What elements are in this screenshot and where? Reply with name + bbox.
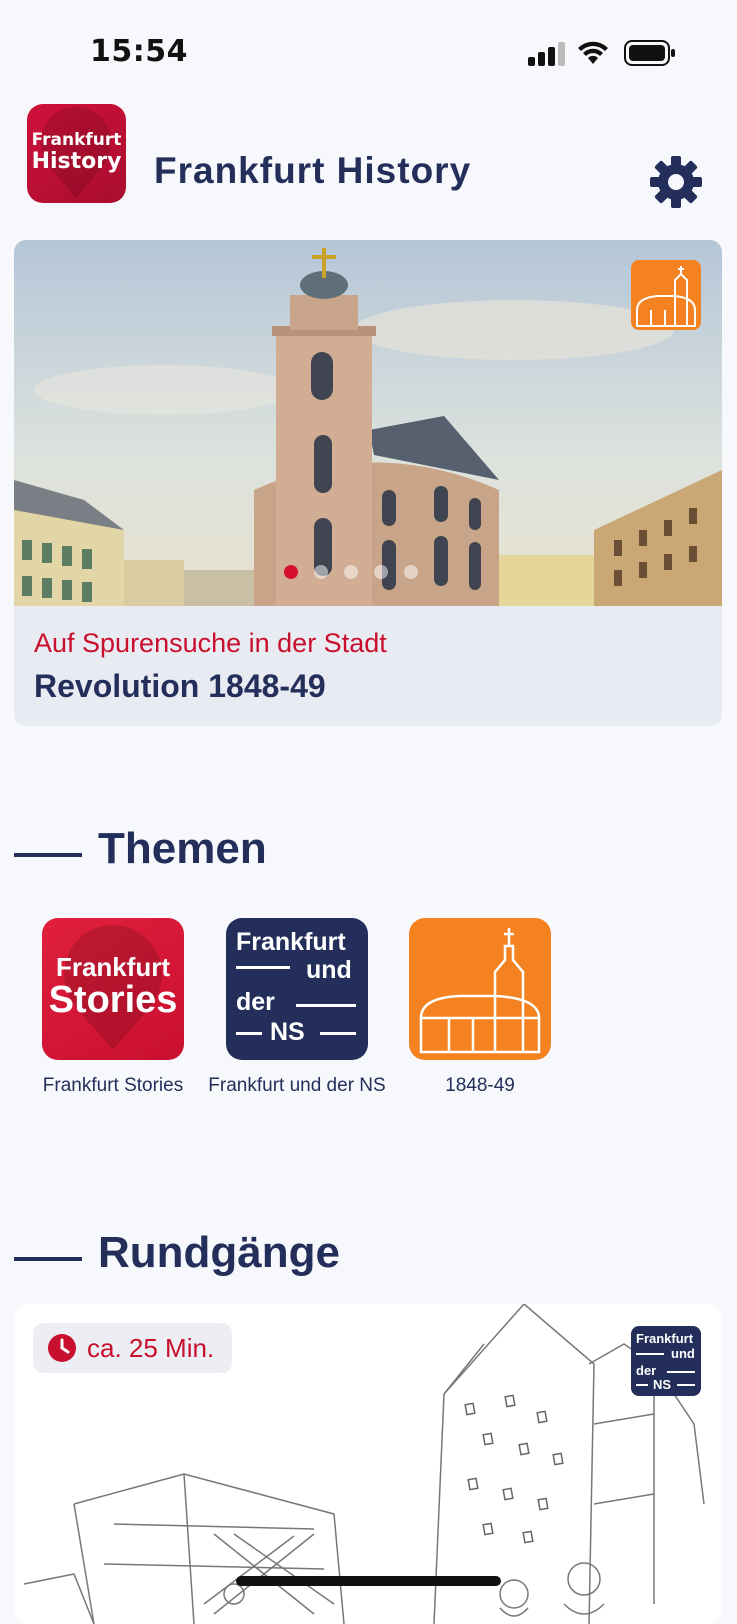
logo-rule <box>236 966 290 969</box>
carousel-dot[interactable] <box>374 565 388 579</box>
logo-text-line2: History <box>31 148 122 174</box>
logo-rule <box>296 1004 356 1007</box>
tile-logo-line2: Stories <box>48 979 178 1022</box>
battery-icon <box>624 40 675 66</box>
logo-rule <box>236 1032 262 1035</box>
home-indicator[interactable] <box>236 1576 501 1586</box>
tile-logo-line1: Frankfurt <box>55 952 171 982</box>
duration-badge: ca. 25 Min. <box>33 1323 233 1373</box>
theme-tile-frankfurt-ns[interactable]: Frankfurt und der NS <box>226 918 368 1060</box>
featured-subtitle: Auf Spurensuche in der Stadt <box>34 628 387 658</box>
carousel-indicator[interactable] <box>284 564 434 583</box>
logo-rule <box>677 1384 695 1386</box>
theme-label[interactable]: Frankfurt und der NS <box>202 1075 392 1097</box>
themen-heading: Themen <box>98 824 267 873</box>
theme-label[interactable]: Frankfurt Stories <box>18 1075 208 1097</box>
carousel-dot[interactable] <box>284 565 298 579</box>
section-divider <box>14 853 82 857</box>
theme-tile-frankfurt-stories[interactable]: Frankfurt Stories <box>42 918 184 1060</box>
section-divider <box>14 1257 82 1261</box>
wifi-icon <box>578 41 608 64</box>
featured-title: Revolution 1848-49 <box>34 668 326 704</box>
featured-card[interactable]: Auf Spurensuche in der Stadt Revolution … <box>14 240 722 726</box>
rundgaenge-heading: Rundgänge <box>98 1228 340 1277</box>
badge-line1: Frankfurt <box>636 1331 694 1346</box>
logo-rule <box>320 1032 356 1035</box>
clock-icon <box>48 1334 76 1362</box>
carousel-dot[interactable] <box>314 565 328 579</box>
badge-line4: NS <box>653 1377 672 1392</box>
gear-icon[interactable] <box>648 154 704 210</box>
carousel-dot[interactable] <box>404 565 418 579</box>
status-time: 15:54 <box>90 34 188 69</box>
app-title: Frankfurt History <box>154 150 472 191</box>
badge-line3: der <box>636 1363 657 1378</box>
theme-label[interactable]: 1848-49 <box>385 1075 575 1097</box>
tile-logo-line1: Frankfurt <box>236 928 346 956</box>
logo-rule <box>636 1384 648 1386</box>
tile-logo-line2: und <box>306 956 352 984</box>
app-logo: Frankfurt History <box>27 104 126 203</box>
cellular-signal-icon <box>528 42 565 66</box>
theme-tile-1848-49[interactable] <box>409 918 551 1060</box>
duration-text: ca. 25 Min. <box>87 1332 215 1363</box>
logo-rule <box>636 1353 664 1355</box>
church-icon <box>419 928 541 1054</box>
logo-rule <box>667 1371 695 1373</box>
tour-theme-badge: Frankfurt und der NS <box>631 1326 701 1396</box>
tile-logo-line3: der <box>236 988 275 1016</box>
tile-logo-line4: NS <box>270 1018 305 1046</box>
paulskirche-image <box>14 240 722 606</box>
badge-line2: und <box>671 1346 695 1361</box>
carousel-dot[interactable] <box>344 565 358 579</box>
logo-text-line1: Frankfurt <box>31 130 122 150</box>
church-icon <box>631 260 701 330</box>
